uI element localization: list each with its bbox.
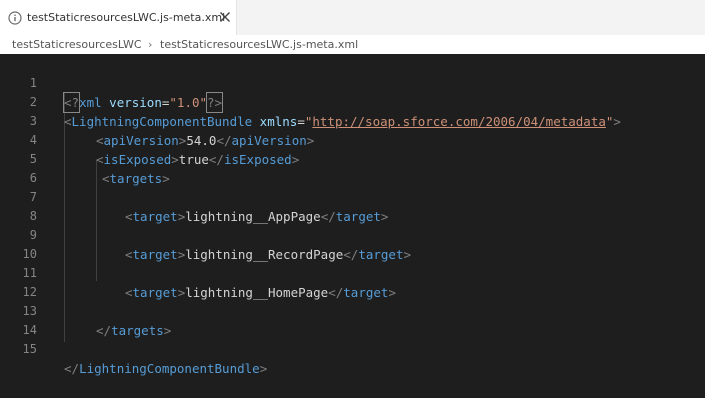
- code-editor-window: testStaticresourcesLWC.js-meta.xml testS…: [0, 0, 705, 398]
- code-line-15[interactable]: 15 </LightningComponentBundle>: [0, 321, 705, 376]
- tab-title: testStaticresourcesLWC.js-meta.xml: [27, 11, 226, 24]
- code-line-7[interactable]: 7 <target>lightning__AppPage</target>: [0, 169, 705, 224]
- code-line-1[interactable]: 1 <?xml version="1.0"?>: [0, 55, 705, 113]
- code-line-9[interactable]: 9 <target>lightning__RecordPage</target>: [0, 207, 705, 262]
- close-icon[interactable]: [219, 11, 231, 23]
- code-line-13[interactable]: 13 </targets>: [0, 283, 705, 338]
- info-circle-icon: [8, 11, 22, 25]
- tag-bracket: >: [259, 361, 268, 376]
- tag-bracket: </: [64, 361, 80, 376]
- code-line-5[interactable]: 5 <targets>: [0, 131, 705, 186]
- chevron-right-icon: ›: [148, 38, 153, 51]
- code-line-6[interactable]: 6: [0, 150, 705, 185]
- code-line-12[interactable]: 12: [0, 264, 705, 299]
- code-line-4[interactable]: 4 <isExposed>true</isExposed>: [0, 112, 705, 167]
- code-line-11[interactable]: 11 <target>lightning__HomePage</target>: [0, 245, 705, 300]
- code-line-8[interactable]: 8: [0, 188, 705, 223]
- breadcrumb: testStaticresourcesLWC › testStaticresou…: [0, 35, 705, 54]
- code-line-14[interactable]: 14: [0, 302, 705, 337]
- code-line-10[interactable]: 10: [0, 226, 705, 261]
- breadcrumb-file[interactable]: testStaticresourcesLWC.js-meta.xml: [160, 35, 358, 54]
- breadcrumb-folder[interactable]: testStaticresourcesLWC: [12, 35, 142, 54]
- editor-text-area[interactable]: 1 <?xml version="1.0"?> 2 <LightningComp…: [0, 54, 705, 398]
- tab-bar: testStaticresourcesLWC.js-meta.xml: [0, 0, 705, 35]
- code-line-3[interactable]: 3 <apiVersion>54.0</apiVersion>: [0, 93, 705, 148]
- tag-lightning-component-bundle-close: LightningComponentBundle: [79, 361, 260, 376]
- code-line-2[interactable]: 2 <LightningComponentBundle xmlns="http:…: [0, 74, 705, 129]
- line-number: 15: [22, 342, 37, 356]
- tab-js-meta-xml[interactable]: testStaticresourcesLWC.js-meta.xml: [0, 0, 237, 35]
